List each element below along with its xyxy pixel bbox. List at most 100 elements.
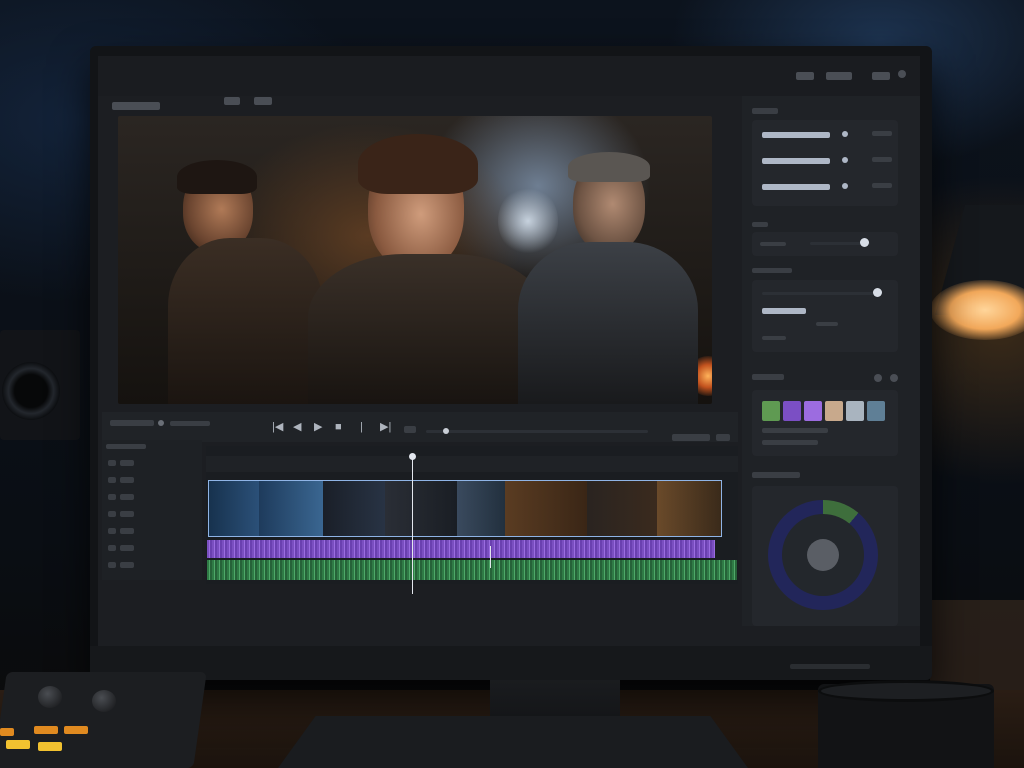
color-swatch[interactable]	[825, 401, 843, 421]
close-button[interactable]	[872, 72, 890, 80]
color-info	[762, 440, 818, 445]
color-panel	[752, 390, 898, 456]
color-swatch[interactable]	[867, 401, 885, 421]
track-header[interactable]	[120, 477, 134, 483]
playhead[interactable]	[412, 454, 413, 594]
audio-track-purple[interactable]	[207, 540, 715, 558]
slider-label	[760, 242, 786, 246]
color-swatch[interactable]	[846, 401, 864, 421]
control-surface	[0, 672, 207, 768]
track-header[interactable]	[120, 494, 134, 500]
control-pad[interactable]	[38, 742, 62, 751]
section-label	[752, 222, 768, 227]
slider-knob[interactable]	[873, 288, 882, 297]
clip-thumbnail	[505, 481, 587, 536]
track-toggle[interactable]	[108, 494, 116, 500]
settings-icon[interactable]	[898, 70, 906, 78]
color-swatch[interactable]	[783, 401, 801, 421]
property-value	[872, 131, 892, 136]
clip-marker	[490, 546, 491, 568]
control-pad[interactable]	[64, 726, 88, 734]
control-pad[interactable]	[6, 740, 30, 749]
zoom-control[interactable]	[672, 434, 710, 441]
track-header[interactable]	[120, 460, 134, 466]
property-row[interactable]	[762, 132, 830, 138]
fit-button[interactable]	[716, 434, 730, 441]
adjustment-label	[762, 336, 786, 340]
color-option-icon[interactable]	[874, 374, 882, 382]
menu-item-1[interactable]	[224, 97, 240, 105]
mark-icon[interactable]: |	[360, 421, 363, 433]
control-knob[interactable]	[92, 690, 116, 712]
transport-bar	[102, 412, 738, 442]
play-icon[interactable]: ▶	[314, 421, 322, 433]
adjustment-label	[816, 322, 838, 326]
slider-track[interactable]	[762, 292, 880, 295]
skip-forward-icon[interactable]: ▶|	[380, 421, 391, 433]
monitor-brand	[790, 664, 870, 669]
control-pad[interactable]	[34, 726, 58, 734]
track-toggle[interactable]	[108, 562, 116, 568]
app-title	[112, 102, 160, 110]
scrub-handle[interactable]	[443, 428, 449, 434]
toggle-dot[interactable]	[842, 157, 848, 163]
clip-thumbnail	[385, 481, 457, 536]
color-swatch[interactable]	[762, 401, 780, 421]
color-info	[762, 428, 828, 433]
video-clip-track[interactable]	[208, 480, 722, 537]
minimize-button[interactable]	[796, 72, 814, 80]
shelf	[930, 600, 1024, 690]
inspector-title	[752, 108, 778, 114]
clip-thumbnail	[323, 481, 385, 536]
track-toggle[interactable]	[108, 460, 116, 466]
section-label	[752, 268, 792, 273]
toggle-dot[interactable]	[842, 183, 848, 189]
property-value	[872, 157, 892, 162]
track-header[interactable]	[120, 545, 134, 551]
track-toggle[interactable]	[108, 477, 116, 483]
skip-back-icon[interactable]: |◀	[272, 421, 283, 433]
track-header[interactable]	[120, 528, 134, 534]
stop-icon[interactable]: ■	[335, 421, 342, 433]
loop-button[interactable]	[404, 426, 416, 433]
track-toggle[interactable]	[108, 528, 116, 534]
monitor-bezel	[90, 646, 932, 680]
slider-knob[interactable]	[860, 238, 869, 247]
scrub-bar[interactable]	[426, 430, 648, 433]
color-section-label	[752, 374, 784, 380]
scope-center[interactable]	[807, 539, 839, 571]
menu-item-2[interactable]	[254, 97, 272, 105]
step-back-icon[interactable]: ◀	[293, 421, 301, 433]
scope-label	[752, 472, 800, 478]
track-header[interactable]	[120, 511, 134, 517]
clip-thumbnail	[209, 481, 259, 536]
maximize-button[interactable]	[826, 72, 852, 80]
color-swatch[interactable]	[804, 401, 822, 421]
audio-track-green[interactable]	[207, 560, 737, 580]
clip-thumbnail	[657, 481, 721, 536]
speaker-cone	[2, 362, 60, 420]
control-knob[interactable]	[38, 686, 62, 708]
track-header[interactable]	[120, 562, 134, 568]
timecode	[110, 420, 154, 426]
track-toggle[interactable]	[108, 511, 116, 517]
track-headers	[102, 440, 202, 580]
background-window-light	[498, 186, 558, 256]
property-row[interactable]	[762, 184, 830, 190]
record-indicator	[158, 420, 164, 426]
color-option-icon[interactable]	[890, 374, 898, 382]
clip-thumbnail	[587, 481, 657, 536]
property-value	[872, 183, 892, 188]
clip-thumbnail	[259, 481, 323, 536]
property-row[interactable]	[762, 158, 830, 164]
track-toggle[interactable]	[108, 545, 116, 551]
toggle-dot[interactable]	[842, 131, 848, 137]
tracks-label	[106, 444, 146, 449]
adjustment-value[interactable]	[762, 308, 806, 314]
control-pad[interactable]	[0, 728, 14, 736]
playhead-handle[interactable]	[409, 453, 416, 460]
track-label	[170, 421, 210, 426]
mug-rim	[818, 680, 994, 702]
video-preview[interactable]	[118, 116, 712, 404]
timeline-ruler[interactable]	[206, 456, 738, 472]
